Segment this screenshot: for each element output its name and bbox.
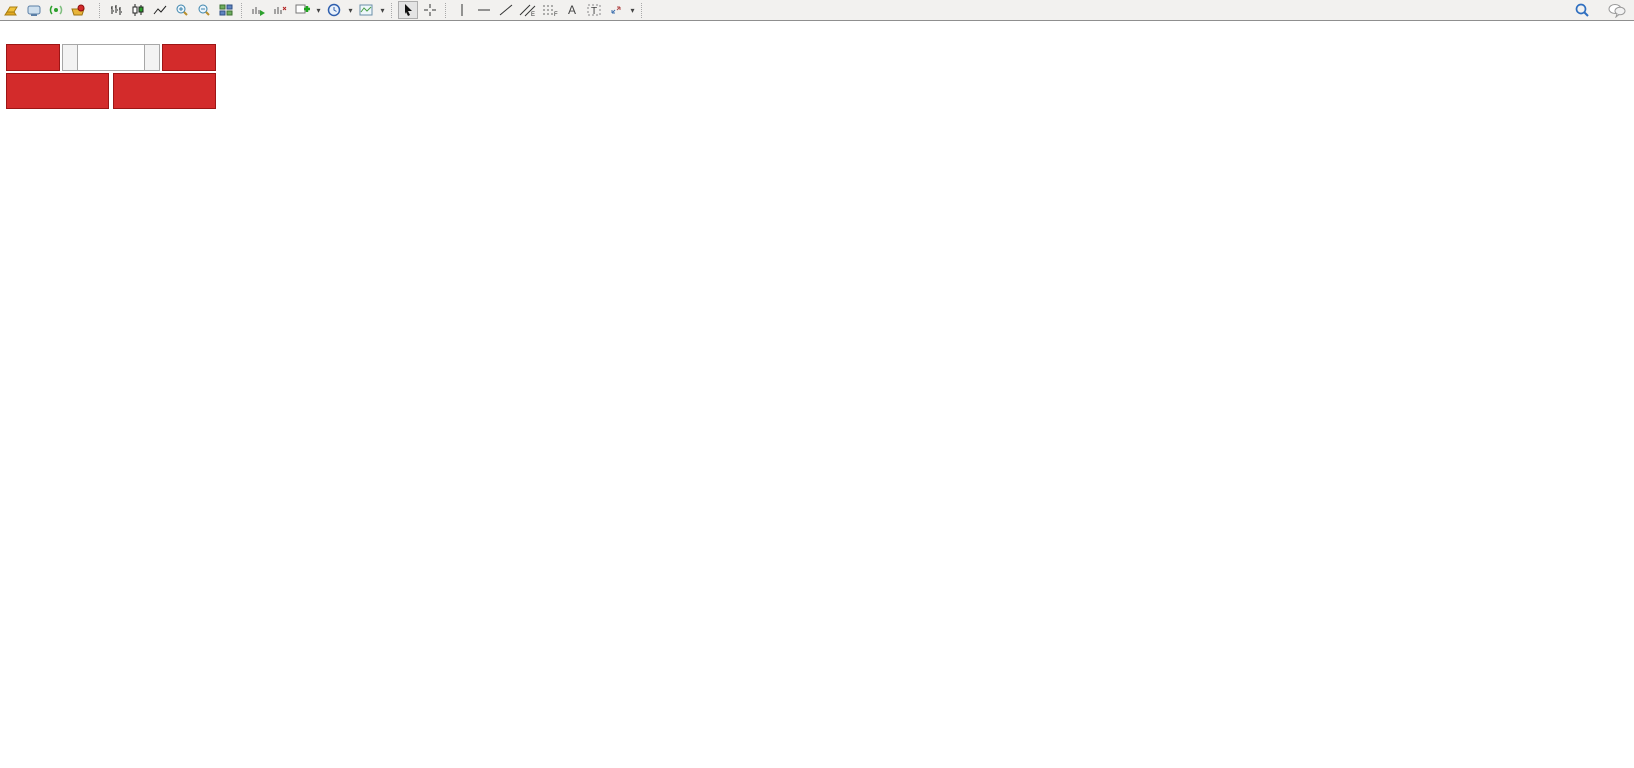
volume-down-button[interactable]	[62, 44, 78, 71]
chart-title	[8, 26, 18, 38]
sell-button[interactable]	[6, 44, 60, 71]
chart-window[interactable]	[0, 0, 1634, 768]
mt4-application-window: { "toolbar": { "left_partial_label": "单"…	[0, 0, 1634, 768]
volume-input[interactable]	[78, 44, 144, 71]
buy-button[interactable]	[162, 44, 216, 71]
volume-up-button[interactable]	[144, 44, 160, 71]
chart-canvas[interactable]	[0, 0, 1634, 768]
one-click-trading-panel	[6, 44, 216, 109]
buy-price-display[interactable]	[113, 73, 216, 109]
sell-price-display[interactable]	[6, 73, 109, 109]
volume-stepper	[62, 44, 160, 71]
